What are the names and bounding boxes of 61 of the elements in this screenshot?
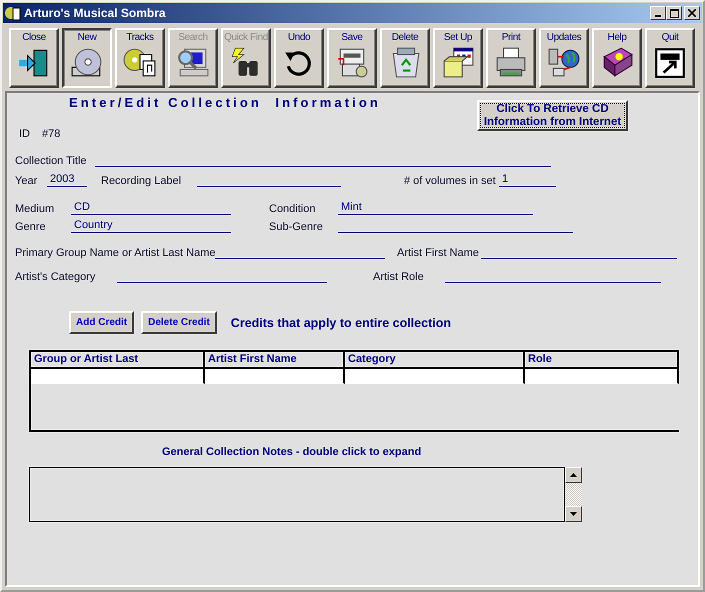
input-field[interactable]: Country: [71, 219, 231, 233]
field-label: Year: [15, 175, 38, 187]
credit-button[interactable]: Add Credit: [69, 311, 134, 334]
toolbar-button[interactable]: Close: [9, 28, 59, 88]
close-button[interactable]: [684, 6, 700, 20]
input-field[interactable]: 1: [499, 173, 556, 187]
save-icon: [335, 46, 369, 78]
field-label: Primary Group Name or Artist Last Name: [15, 247, 215, 259]
up-arrow-icon: [570, 473, 577, 477]
exit-sign-icon: [653, 46, 687, 78]
maximize-icon: [670, 8, 678, 18]
field-label: Collection Title: [15, 155, 88, 167]
column-header: Role: [525, 352, 679, 369]
scroll-down-button[interactable]: [565, 506, 582, 522]
field-label: Medium: [15, 203, 56, 215]
printer-icon: [494, 46, 528, 78]
disc-icon: [70, 46, 104, 78]
window-title: Arturo's Musical Sombra: [24, 6, 166, 20]
field-label: Condition: [268, 203, 316, 215]
toolbar-button[interactable]: Tracks: [115, 28, 165, 88]
credit-button[interactable]: Delete Credit: [141, 311, 217, 334]
disc-and-notes-icon: [123, 46, 157, 78]
toolbar-button[interactable]: Help: [592, 28, 642, 88]
retrieve-cd-info-button[interactable]: Click To Retrieve CD Information from Internet: [477, 100, 628, 131]
computer-search-icon: [176, 46, 210, 78]
column-header: Category: [345, 352, 525, 369]
down-arrow-icon: [570, 512, 577, 516]
scrollbar[interactable]: [565, 467, 582, 522]
app-icon: [5, 5, 21, 21]
field-label: Recording Label: [100, 175, 182, 187]
field-label: # of volumes in set: [403, 175, 497, 187]
scroll-up-button[interactable]: [565, 467, 582, 483]
toolbar-button[interactable]: Quit: [645, 28, 695, 88]
field-label: Artist's Category: [15, 271, 96, 283]
input-field[interactable]: 2003: [47, 173, 87, 187]
toolbar-button[interactable]: Delete: [380, 28, 430, 88]
id-value: #78: [42, 128, 60, 140]
form-heading: Enter/Edit Collection Information: [69, 95, 382, 110]
id-label: ID: [19, 128, 30, 140]
toolbar-button[interactable]: Set Up: [433, 28, 483, 88]
field-label: Artist Role: [372, 271, 425, 283]
toolbar-button[interactable]: Save: [327, 28, 377, 88]
field-label: Sub-Genre: [268, 221, 324, 233]
field-label: Artist First Name: [396, 247, 480, 259]
maximize-button[interactable]: [666, 6, 682, 20]
toolbar-button[interactable]: New: [62, 28, 112, 88]
column-header: Group or Artist Last: [31, 352, 205, 369]
toolbar-button[interactable]: Updates: [539, 28, 589, 88]
toolbar-button[interactable]: Print: [486, 28, 536, 88]
input-field[interactable]: CD: [71, 201, 231, 215]
notes-label: General Collection Notes - double click to expand: [162, 446, 422, 458]
minimize-button[interactable]: [650, 6, 666, 20]
notes-field[interactable]: [29, 467, 565, 522]
close-icon: [688, 9, 696, 17]
globe-and-computers-icon: [547, 46, 581, 78]
input-field[interactable]: Mint: [338, 201, 533, 215]
credits-caption: Credits that apply to entire collection: [230, 316, 451, 330]
column-header: Artist First Name: [205, 352, 345, 369]
toolbar-button[interactable]: Undo: [274, 28, 324, 88]
setup-box-icon: [441, 46, 475, 78]
field-label: Genre: [15, 221, 47, 233]
